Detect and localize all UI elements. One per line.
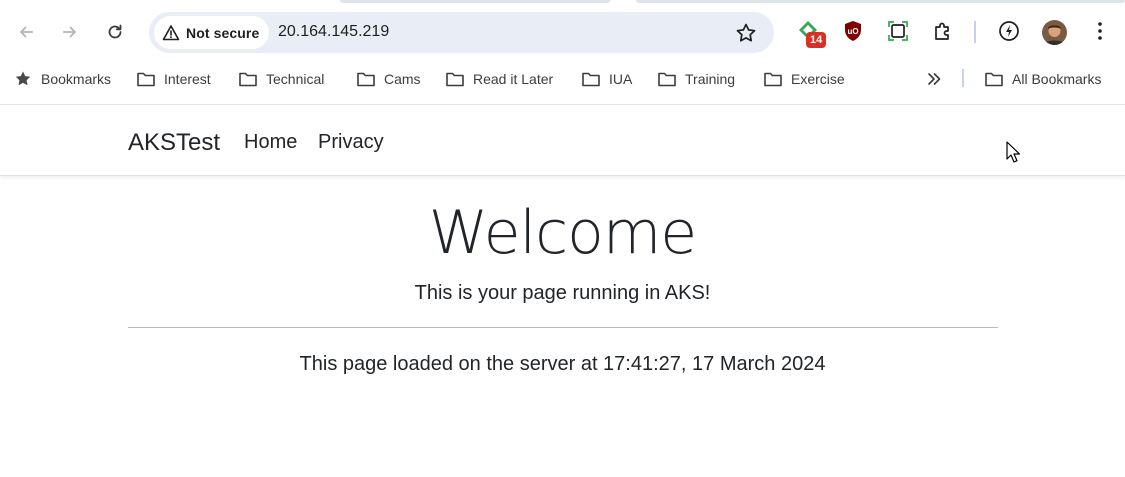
bookmark-label: Interest xyxy=(164,71,211,87)
bookmark-iua[interactable]: IUA xyxy=(581,69,632,89)
bookmark-label: Exercise xyxy=(791,71,845,87)
arrow-right-icon xyxy=(63,26,76,38)
screen-capture-icon xyxy=(888,21,908,41)
profile-photo-icon xyxy=(1042,20,1067,45)
screenshot-extension-button[interactable] xyxy=(883,16,913,46)
site-brand[interactable]: AKSTest xyxy=(128,129,220,157)
folder-icon xyxy=(985,72,1003,87)
shield-icon: uO xyxy=(845,21,861,41)
forward-button[interactable] xyxy=(54,16,86,48)
bookmark-label: Technical xyxy=(266,71,325,87)
reload-icon xyxy=(108,24,122,39)
tab-strip-hint xyxy=(340,0,610,3)
all-bookmarks-button[interactable]: All Bookmarks xyxy=(984,69,1101,89)
security-label: Not secure xyxy=(186,24,260,41)
bookmark-bookmarks[interactable]: Bookmarks xyxy=(13,69,111,89)
browser-toolbar: Not secure 20.164.145.219 14 uO xyxy=(0,0,1125,62)
bookmark-label: Bookmarks xyxy=(41,71,112,87)
url-text[interactable]: 20.164.145.219 xyxy=(278,23,389,41)
warning-icon xyxy=(162,24,180,40)
bookmarks-divider xyxy=(962,69,964,87)
folder-icon xyxy=(446,72,464,87)
star-icon xyxy=(15,71,31,86)
bookmark-read-it-later[interactable]: Read it Later xyxy=(445,69,553,89)
profile-avatar[interactable] xyxy=(1042,20,1067,45)
nav-link-home[interactable]: Home xyxy=(244,131,297,154)
page-subtitle: This is your page running in AKS! xyxy=(414,282,711,304)
menu-button[interactable] xyxy=(1085,16,1115,46)
bookmarks-bar: Bookmarks Interest Technical Cams Read i… xyxy=(0,62,1125,96)
folder-icon xyxy=(357,72,375,87)
bookmark-label: Training xyxy=(685,71,736,87)
arrow-left-icon xyxy=(20,26,33,38)
security-chip[interactable]: Not secure xyxy=(154,16,270,49)
bookmark-label: Cams xyxy=(384,71,421,87)
folder-icon xyxy=(582,72,600,87)
puzzle-icon xyxy=(935,22,949,40)
folder-icon xyxy=(239,72,257,87)
bookmark-label: Read it Later xyxy=(473,71,554,87)
folder-icon xyxy=(658,72,676,87)
svg-text:uO: uO xyxy=(847,27,858,36)
folder-icon xyxy=(137,72,155,87)
bookmark-exercise[interactable]: Exercise xyxy=(763,69,845,89)
page-title: Welcome xyxy=(428,198,697,268)
chevron-double-right-icon[interactable] xyxy=(924,69,944,89)
bookmark-cams[interactable]: Cams xyxy=(356,69,421,89)
toolbar-divider xyxy=(974,21,976,43)
lightning-icon xyxy=(999,21,1019,41)
bookmark-interest[interactable]: Interest xyxy=(136,69,211,89)
server-load-time: This page loaded on the server at 17:41:… xyxy=(299,353,826,375)
folder-icon xyxy=(764,72,782,87)
bookmark-star-icon[interactable] xyxy=(734,21,758,45)
tab-strip-hint xyxy=(636,0,1125,3)
bookmark-label: IUA xyxy=(609,71,633,87)
bookmark-training[interactable]: Training xyxy=(657,69,735,89)
extension-badge: 14 xyxy=(806,32,827,48)
nav-link-privacy[interactable]: Privacy xyxy=(318,131,384,154)
reload-button[interactable] xyxy=(99,16,131,48)
mouse-cursor-icon xyxy=(1006,141,1020,163)
bookmark-technical[interactable]: Technical xyxy=(238,69,324,89)
back-button[interactable] xyxy=(10,16,42,48)
extensions-button[interactable] xyxy=(928,16,958,46)
site-navbar: AKSTest Home Privacy xyxy=(0,104,1125,176)
divider xyxy=(128,327,998,328)
ublock-extension-button[interactable]: uO xyxy=(838,16,868,46)
all-bookmarks-label: All Bookmarks xyxy=(1012,71,1102,87)
address-bar[interactable]: Not secure 20.164.145.219 xyxy=(149,12,774,53)
performance-button[interactable] xyxy=(994,16,1024,46)
more-vertical-icon xyxy=(1098,22,1102,40)
